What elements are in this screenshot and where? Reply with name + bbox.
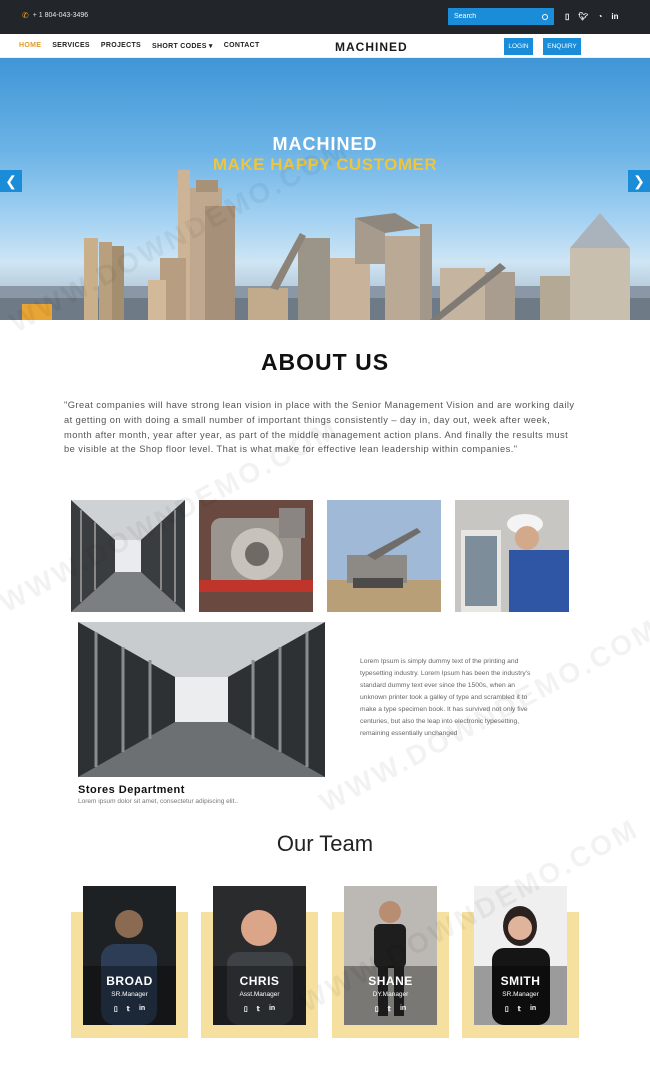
linkedin-icon[interactable]: in: [400, 1005, 406, 1013]
linkedin-icon[interactable]: in: [139, 1005, 145, 1013]
search-input[interactable]: [454, 13, 534, 20]
team-member-name: SHANE: [368, 974, 413, 988]
hero-subtitle: MAKE HAPPY CUSTOMER: [212, 155, 438, 174]
gallery-image-warehouse[interactable]: [71, 500, 185, 612]
slider-prev-button[interactable]: ❮: [0, 170, 22, 192]
team-member-socials: ▯ 𝕥 in: [213, 1005, 306, 1013]
team-member-name: SMITH: [500, 974, 541, 988]
team-member-name: CHRIS: [239, 974, 280, 988]
nav-item-home[interactable]: HOME: [19, 42, 41, 50]
nav-menu: HOME SERVICES PROJECTS SHORT CODES ▾ CON…: [19, 42, 260, 50]
main-navigation: HOME SERVICES PROJECTS SHORT CODES ▾ CON…: [0, 34, 650, 58]
search-icon[interactable]: [542, 13, 548, 20]
gallery-image-electrician[interactable]: [455, 500, 569, 612]
team-member-role: DY.Manager: [372, 991, 409, 998]
phone-icon: ✆: [22, 11, 29, 20]
mobile-icon[interactable]: ▯: [114, 1005, 118, 1013]
phone-contact[interactable]: ✆ + 1 804-043-3496: [22, 11, 88, 20]
team-member-name: BROAD: [106, 974, 153, 988]
mobile-icon[interactable]: ▯: [375, 1005, 379, 1013]
team-member-role: SR.Manager: [111, 991, 148, 998]
slider-next-button[interactable]: ❯: [628, 170, 650, 192]
hero-slider: MACHINED MAKE HAPPY CUSTOMER ❮ ❯: [0, 58, 650, 320]
twitter-icon[interactable]: 𝕥: [388, 1005, 391, 1013]
search-box[interactable]: [448, 8, 554, 25]
nav-item-services[interactable]: SERVICES: [52, 42, 90, 50]
hero-factory-image: [0, 170, 650, 320]
top-bar: ✆ + 1 804-043-3496 ▯ 🐦︎ ◔ in: [0, 0, 650, 34]
team-member-card[interactable]: SMITH SR.Manager ▯ 𝕥 in: [474, 886, 567, 1025]
stores-subtitle: Lorem ipsum dolor sit amet, consectetur …: [78, 798, 239, 805]
gallery-image-engine[interactable]: [199, 500, 313, 612]
nav-item-short-codes-label: SHORT CODES: [152, 43, 207, 50]
nav-item-contact[interactable]: CONTACT: [224, 42, 260, 50]
team-title: Our Team: [276, 831, 374, 856]
team-member-socials: ▯ 𝕥 in: [344, 1005, 437, 1013]
linkedin-icon[interactable]: in: [611, 12, 618, 21]
mobile-icon[interactable]: ▯: [505, 1005, 509, 1013]
team-member-card[interactable]: SHANE DY.Manager ▯ 𝕥 in: [344, 886, 437, 1025]
team-member-role: Asst.Manager: [239, 991, 280, 998]
phone-number: + 1 804-043-3496: [32, 12, 89, 19]
twitter-icon[interactable]: 🐦︎: [578, 12, 588, 21]
twitter-icon[interactable]: 𝕥: [518, 1005, 521, 1013]
team-member-role: SR.Manager: [502, 991, 539, 998]
team-member-socials: ▯ 𝕥 in: [83, 1005, 176, 1013]
login-button[interactable]: LOGIN: [504, 38, 533, 55]
linkedin-icon[interactable]: in: [530, 1005, 536, 1013]
stores-department-image[interactable]: [78, 622, 325, 777]
twitter-icon[interactable]: 𝕥: [257, 1005, 260, 1013]
linkedin-icon[interactable]: in: [269, 1005, 275, 1013]
nav-item-short-codes[interactable]: SHORT CODES ▾: [152, 42, 213, 50]
top-social-links: ▯ 🐦︎ ◔ in: [565, 12, 619, 21]
enquiry-button[interactable]: ENQUIRY: [543, 38, 581, 55]
about-text: "Great companies will have strong lean v…: [64, 400, 575, 455]
twitter-icon[interactable]: 𝕥: [127, 1005, 130, 1013]
chevron-down-icon: ▾: [208, 43, 213, 50]
stores-title: Stores Department: [78, 784, 185, 796]
about-title: ABOUT US: [260, 349, 390, 375]
nav-item-projects[interactable]: PROJECTS: [101, 42, 141, 50]
team-member-card[interactable]: BROAD SR.Manager ▯ 𝕥 in: [83, 886, 176, 1025]
mobile-icon[interactable]: ▯: [244, 1005, 248, 1013]
mobile-icon[interactable]: ▯: [565, 12, 569, 21]
team-member-card[interactable]: CHRIS Asst.Manager ▯ 𝕥 in: [213, 886, 306, 1025]
gallery-image-excavator[interactable]: [327, 500, 441, 612]
team-member-socials: ▯ 𝕥 in: [474, 1005, 567, 1013]
hero-title: MACHINED: [272, 134, 378, 154]
brand-logo[interactable]: MACHINED: [335, 40, 408, 54]
stores-description: Lorem Ipsum is simply dummy text of the …: [360, 658, 531, 737]
rss-icon[interactable]: ◔: [598, 12, 603, 21]
